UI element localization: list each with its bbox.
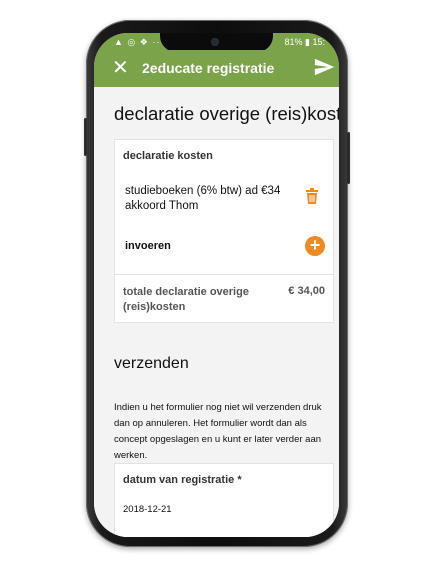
submit-description: Indien u het formulier nog niet wil verz… <box>114 402 322 461</box>
form-content: declaratie overige (reis)kosten declarat… <box>94 87 339 537</box>
plus-icon[interactable]: + <box>305 236 325 256</box>
declaration-card: declaratie kosten studieboeken (6% btw) … <box>114 139 334 323</box>
declaration-item-line2: akkoord Thom <box>125 200 199 212</box>
declaration-item-line1: studieboeken (6% btw) ad €34 <box>125 185 281 197</box>
app-title: 2educate registratie <box>142 60 275 76</box>
send-icon[interactable] <box>313 56 335 83</box>
camera-icon <box>212 39 218 45</box>
close-icon[interactable]: ✕ <box>112 58 129 78</box>
date-field-value[interactable]: 2018-12-21 <box>123 504 172 515</box>
declaration-item[interactable]: studieboeken (6% btw) ad €34 akkoord Tho… <box>125 184 285 214</box>
total-label: totale declaratie overige (reis)kosten <box>123 286 249 313</box>
power-button <box>347 132 350 184</box>
battery-time: 81% ▮ 15: <box>284 37 325 47</box>
page-title: declaratie overige (reis)kosten <box>114 103 339 124</box>
screen: ▲ ◎ ❖ ··· 81% ▮ 15: ✕ 2educate registrat… <box>94 33 339 537</box>
date-field[interactable]: datum van registratie * 2018-12-21 <box>114 463 334 537</box>
declaration-card-label: declaratie kosten <box>123 150 213 162</box>
date-field-label: datum van registratie * <box>123 474 242 486</box>
submit-heading: verzenden <box>114 355 189 372</box>
volume-button <box>84 118 87 156</box>
trash-icon[interactable] <box>305 188 319 209</box>
app-bar: ✕ 2educate registratie <box>94 50 339 87</box>
add-declaration-label[interactable]: invoeren <box>125 240 171 252</box>
divider <box>115 274 333 275</box>
status-icons: ▲ ◎ ❖ ··· <box>114 37 165 47</box>
total-value: € 34,00 <box>288 285 325 297</box>
